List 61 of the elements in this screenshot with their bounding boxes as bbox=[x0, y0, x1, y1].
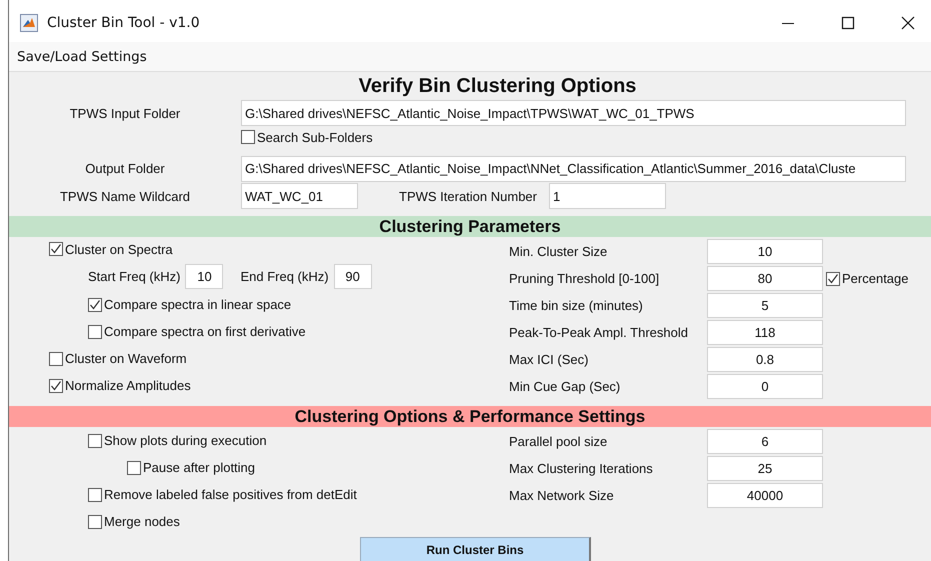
section-header: Clustering Options & Performance Settings bbox=[9, 406, 931, 427]
checkbox[interactable] bbox=[49, 352, 63, 366]
field-label: TPWS Name Wildcard bbox=[58, 188, 192, 204]
input-field[interactable]: 10 bbox=[185, 264, 224, 288]
checkbox[interactable] bbox=[88, 298, 102, 312]
checkbox-label: Normalize Amplitudes bbox=[65, 378, 191, 393]
parameter-label: Parallel pool size bbox=[509, 434, 608, 449]
input-field[interactable]: 5 bbox=[707, 293, 823, 318]
input-field[interactable]: 80 bbox=[707, 266, 823, 291]
input-field[interactable]: 0 bbox=[707, 374, 823, 399]
input-field[interactable]: G:\Shared drives\NEFSC_Atlantic_Noise_Impact\TPWS\WAT_WC_01_TPWS bbox=[241, 100, 906, 126]
checkbox-label: Merge nodes bbox=[104, 514, 180, 529]
checkbox-label: Show plots during execution bbox=[104, 433, 267, 448]
input-field[interactable]: 90 bbox=[334, 264, 372, 288]
parameter-label: Peak-To-Peak Ampl. Threshold bbox=[509, 325, 689, 340]
run-button[interactable]: Run Cluster Bins bbox=[360, 537, 591, 561]
section-header: Clustering Parameters bbox=[9, 216, 931, 237]
app-icon bbox=[20, 14, 38, 32]
checkbox-label: Pause after plotting bbox=[143, 460, 256, 475]
checkbox-label: Search Sub-Folders bbox=[257, 130, 373, 144]
checkbox[interactable] bbox=[49, 378, 63, 392]
checkbox[interactable] bbox=[88, 488, 102, 502]
field-label: TPWS Input Folder bbox=[68, 106, 182, 120]
parameter-label: Min. Cluster Size bbox=[509, 244, 608, 259]
menu-item[interactable]: Save/Load Settings bbox=[15, 48, 149, 64]
checkbox-label: Cluster on Waveform bbox=[65, 351, 187, 366]
checkbox[interactable] bbox=[826, 272, 840, 286]
input-field[interactable]: 118 bbox=[707, 320, 823, 345]
input-field[interactable]: 0.8 bbox=[707, 347, 823, 372]
input-field[interactable]: G:\Shared drives\NEFSC_Atlantic_Noise_Impact\NNet_Classification_Atlantic\Summer_2016_data\Cluste bbox=[241, 156, 906, 182]
input-field[interactable]: 10 bbox=[707, 239, 823, 264]
parameter-label: Min Cue Gap (Sec) bbox=[509, 379, 622, 394]
parameter-label: Pruning Threshold [0-100] bbox=[509, 271, 660, 286]
input-field[interactable]: WAT_WC_01 bbox=[241, 183, 358, 209]
parameter-label: Max Clustering Iterations bbox=[509, 461, 654, 476]
input-field[interactable]: 25 bbox=[707, 456, 823, 481]
checkbox-label: Cluster on Spectra bbox=[65, 242, 173, 256]
checkbox[interactable] bbox=[88, 434, 102, 448]
field-label: Start Freq (kHz) bbox=[88, 268, 180, 284]
parameter-label: Max Network Size bbox=[509, 488, 615, 503]
input-field[interactable]: 40000 bbox=[707, 483, 823, 508]
checkbox[interactable] bbox=[127, 460, 141, 474]
maximize-icon[interactable] bbox=[841, 16, 855, 30]
input-field[interactable]: 1 bbox=[549, 183, 666, 209]
checkbox[interactable] bbox=[49, 242, 63, 256]
checkbox-label: Remove labeled false positives from detEdit bbox=[104, 487, 357, 502]
checkbox[interactable] bbox=[88, 324, 102, 338]
field-label: End Freq (kHz) bbox=[240, 268, 329, 284]
checkbox-label: Compare spectra on first derivative bbox=[104, 324, 306, 339]
checkbox-label: Percentage bbox=[842, 271, 908, 286]
checkbox[interactable] bbox=[88, 514, 102, 528]
form-heading: Verify Bin Clustering Options bbox=[358, 74, 638, 99]
checkbox-label: Compare spectra in linear space bbox=[104, 297, 292, 312]
parameter-label: Time bin size (minutes) bbox=[509, 298, 644, 313]
parameter-label: Max ICI (Sec) bbox=[509, 352, 590, 367]
window-title: Cluster Bin Tool - v1.0 bbox=[47, 15, 200, 31]
input-field[interactable]: 6 bbox=[707, 429, 823, 454]
checkbox[interactable] bbox=[241, 130, 255, 144]
field-label: Output Folder bbox=[84, 161, 166, 176]
field-label: TPWS Iteration Number bbox=[399, 188, 538, 204]
close-icon[interactable] bbox=[901, 16, 915, 30]
